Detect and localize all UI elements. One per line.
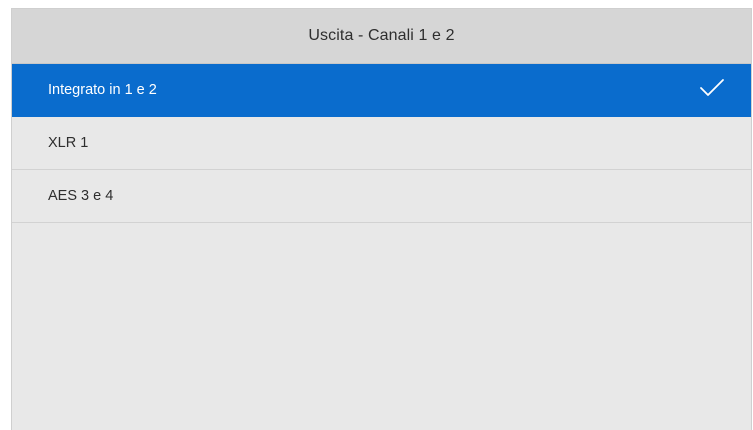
option-label: Integrato in 1 e 2 xyxy=(48,82,157,98)
option-label: AES 3 e 4 xyxy=(48,188,114,204)
panel-title: Uscita - Canali 1 e 2 xyxy=(308,27,455,44)
option-label: XLR 1 xyxy=(48,135,89,151)
option-integrato-1-2[interactable]: Integrato in 1 e 2 xyxy=(12,64,751,117)
check-icon xyxy=(699,78,725,103)
option-xlr-1[interactable]: XLR 1 xyxy=(12,117,751,170)
output-channels-panel: Uscita - Canali 1 e 2 Integrato in 1 e 2… xyxy=(11,8,752,430)
option-aes-3-4[interactable]: AES 3 e 4 xyxy=(12,170,751,223)
panel-header: Uscita - Canali 1 e 2 xyxy=(12,9,751,64)
option-list: Integrato in 1 e 2 XLR 1 AES 3 e 4 xyxy=(12,64,751,223)
